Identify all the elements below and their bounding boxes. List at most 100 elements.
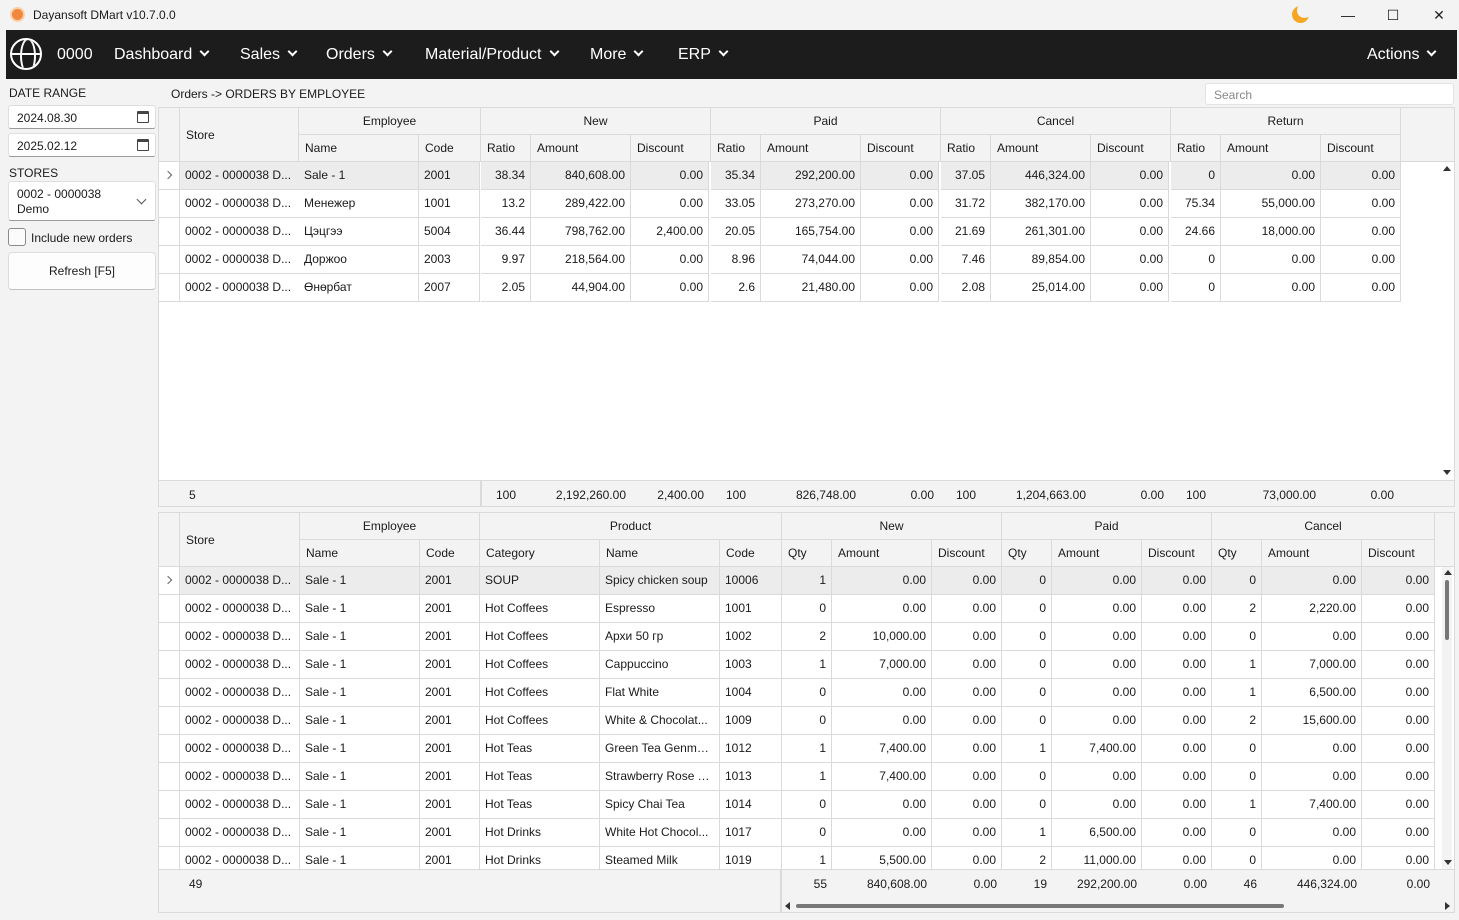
scroll-up-icon[interactable] (1443, 166, 1451, 171)
calendar-icon[interactable] (137, 111, 149, 123)
header-code-1[interactable]: Code (420, 540, 480, 567)
header-code-4[interactable]: Code (720, 540, 782, 567)
table-cell: 0 (1212, 623, 1262, 651)
row-header[interactable] (159, 623, 180, 651)
horizontal-scrollbar[interactable] (782, 900, 1454, 912)
theme-toggle-moon-icon[interactable] (1292, 3, 1312, 23)
header-cancel-ratio[interactable]: Ratio (941, 135, 991, 162)
header-new-amount[interactable]: Amount (531, 135, 631, 162)
table-cell: 0.00 (1142, 819, 1212, 847)
minimize-button[interactable]: — (1331, 4, 1365, 26)
scroll-up-icon[interactable] (1444, 570, 1452, 575)
table-cell: 0 (1002, 651, 1052, 679)
header-category-2[interactable]: Category (480, 540, 600, 567)
header-store[interactable]: Store (180, 513, 300, 567)
row-header[interactable] (159, 162, 180, 190)
table-cell: 1001 (720, 595, 782, 623)
table-cell: 0.00 (1362, 651, 1435, 679)
row-header[interactable] (159, 567, 180, 595)
header-name-0[interactable]: Name (300, 540, 420, 567)
header-cancel-discount[interactable]: Discount (1091, 135, 1171, 162)
header-cancel-amount[interactable]: Amount (991, 135, 1091, 162)
table-cell: 6,500.00 (1262, 679, 1362, 707)
row-header[interactable] (159, 595, 180, 623)
stores-label: STORES (9, 166, 59, 180)
table-cell: 21.69 (941, 218, 991, 246)
header-discount-13[interactable]: Discount (1362, 540, 1435, 567)
date-to-input[interactable]: 2025.02.12 (8, 133, 156, 157)
store-code[interactable]: 0000 (57, 46, 93, 64)
header-name-3[interactable]: Name (600, 540, 720, 567)
header-code[interactable]: Code (419, 135, 481, 162)
header-return-discount[interactable]: Discount (1321, 135, 1401, 162)
nav-orders[interactable]: Orders (326, 46, 393, 64)
close-button[interactable]: ✕ (1422, 4, 1456, 26)
table-cell: 25,014.00 (991, 274, 1091, 302)
vertical-scrollbar[interactable] (1441, 162, 1451, 480)
header-discount-7[interactable]: Discount (932, 540, 1002, 567)
table-cell: 0.00 (861, 162, 939, 190)
header-new-ratio[interactable]: Ratio (481, 135, 531, 162)
header-return-amount[interactable]: Amount (1221, 135, 1321, 162)
table-cell: 2001 (420, 707, 480, 735)
date-from-input[interactable]: 2024.08.30 (8, 105, 156, 129)
row-header[interactable] (159, 218, 180, 246)
row-header[interactable] (159, 735, 180, 763)
nav-dashboard[interactable]: Dashboard (114, 46, 210, 64)
table-cell: 261,301.00 (991, 218, 1091, 246)
header-discount-10[interactable]: Discount (1142, 540, 1212, 567)
header-store[interactable]: Store (180, 108, 299, 162)
header-new-discount[interactable]: Discount (631, 135, 711, 162)
row-header[interactable] (159, 190, 180, 218)
header-paid-ratio[interactable]: Ratio (711, 135, 761, 162)
table-cell: 0.00 (832, 567, 932, 595)
table-cell: Hot Coffees (480, 623, 600, 651)
vertical-scrollbar[interactable] (1442, 567, 1452, 869)
scroll-thumb[interactable] (1445, 580, 1449, 640)
table-cell: 0.00 (1362, 567, 1435, 595)
refresh-button[interactable]: Refresh [F5] (8, 252, 156, 290)
include-new-orders-checkbox[interactable] (8, 228, 26, 246)
nav-sales[interactable]: Sales (240, 46, 298, 64)
header-qty-11[interactable]: Qty (1212, 540, 1262, 567)
table-cell: 0 (1171, 246, 1221, 274)
header-amount-6[interactable]: Amount (832, 540, 932, 567)
header-qty-8[interactable]: Qty (1002, 540, 1052, 567)
nav-material-product[interactable]: Material/Product (425, 46, 559, 64)
total-cancel-amount: 446,324.00 (1296, 877, 1357, 891)
row-header[interactable] (159, 651, 180, 679)
row-header[interactable] (159, 791, 180, 819)
scroll-down-icon[interactable] (1444, 860, 1452, 865)
table-cell: Sale - 1 (300, 567, 420, 595)
nav-erp[interactable]: ERP (678, 46, 729, 64)
calendar-icon[interactable] (137, 139, 149, 151)
search-input[interactable]: Search (1205, 83, 1454, 105)
header-cancel: Cancel (1212, 513, 1435, 540)
nav-more[interactable]: More (590, 46, 644, 64)
row-header[interactable] (159, 819, 180, 847)
scroll-left-icon[interactable] (785, 902, 790, 910)
store-select[interactable]: 0002 - 0000038 Demo (8, 181, 156, 221)
header-amount-9[interactable]: Amount (1052, 540, 1142, 567)
row-header[interactable] (159, 246, 180, 274)
scroll-thumb[interactable] (796, 904, 1284, 908)
table-cell: 1013 (720, 763, 782, 791)
header-paid-discount[interactable]: Discount (861, 135, 941, 162)
globe-icon[interactable] (10, 38, 42, 70)
maximize-button[interactable]: ☐ (1376, 4, 1410, 26)
row-header[interactable] (159, 707, 180, 735)
header-amount-12[interactable]: Amount (1262, 540, 1362, 567)
nav-actions[interactable]: Actions (1367, 46, 1437, 64)
table-cell: Sale - 1 (300, 595, 420, 623)
scroll-right-icon[interactable] (1445, 902, 1450, 910)
table-cell: 0.00 (1321, 246, 1401, 274)
row-header[interactable] (159, 679, 180, 707)
header-paid-amount[interactable]: Amount (761, 135, 861, 162)
row-header[interactable] (159, 274, 180, 302)
row-header[interactable] (159, 763, 180, 791)
header-return-ratio[interactable]: Ratio (1171, 135, 1221, 162)
header-name[interactable]: Name (299, 135, 419, 162)
table-cell: Green Tea Genmai... (600, 735, 720, 763)
header-qty-5[interactable]: Qty (782, 540, 832, 567)
scroll-down-icon[interactable] (1443, 470, 1451, 475)
